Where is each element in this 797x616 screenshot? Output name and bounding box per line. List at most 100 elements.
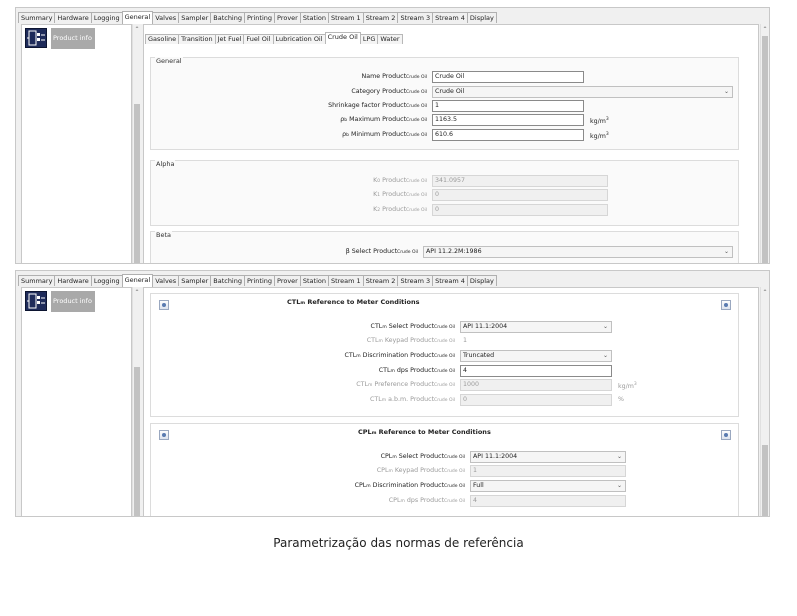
screenshot-general-crude-oil: Summary Hardware Logging General Valves … [15, 7, 770, 264]
beta-group-title: Beta [155, 231, 172, 239]
cpl-select[interactable]: API 11.1:2004 ⌄ [470, 451, 626, 463]
k2-label: K2 ProductCrude Oil [373, 206, 427, 213]
tab-printing[interactable]: Printing [244, 12, 276, 23]
category-select[interactable]: Crude Oil ⌄ [432, 86, 733, 98]
right-scroll-thumb[interactable] [762, 445, 768, 516]
expand-icon[interactable] [721, 300, 731, 310]
cpl-dps-input: 4 [470, 495, 626, 507]
general-group-title: General [155, 57, 183, 65]
scroll-up-arrow-icon[interactable]: ⌃ [761, 27, 769, 33]
name-label: Name ProductCrude Oil [361, 73, 427, 80]
cpl-discrimination-select[interactable]: Full ⌄ [470, 480, 626, 492]
beta-select-row: β Select ProductCrude Oil [151, 246, 418, 258]
scroll-up-arrow-icon[interactable]: ⌃ [761, 290, 769, 296]
collapse-icon[interactable] [159, 300, 169, 310]
tab-stream-3[interactable]: Stream 3 [397, 275, 434, 286]
shrinkage-input[interactable]: 1 [432, 100, 584, 112]
subtab-gasoline[interactable]: Gasoline [145, 34, 180, 44]
ctl-dps-row: CTLm dps ProductCrude Oil [151, 365, 455, 377]
tab-hardware[interactable]: Hardware [54, 12, 92, 23]
tab-display[interactable]: Display [466, 12, 497, 23]
subtab-lpg[interactable]: LPG [359, 34, 379, 44]
tab-station[interactable]: Station [299, 275, 329, 286]
ctl-abm-row: CTLm a.b.m. ProductCrude Oil [151, 394, 455, 406]
tab-prover[interactable]: Prover [274, 12, 301, 23]
cpl-keypad-label: CPLm Keypad ProductCrude Oil [376, 467, 465, 474]
collapse-icon[interactable] [159, 430, 169, 440]
tab-stream-4[interactable]: Stream 4 [432, 12, 468, 23]
ctl-discrimination-select[interactable]: Truncated ⌄ [460, 350, 612, 362]
ctl-abm-unit: % [618, 396, 624, 403]
tab-valves[interactable]: Valves [152, 275, 180, 286]
chevron-down-icon: ⌄ [723, 88, 729, 95]
scroll-up-arrow-icon[interactable]: ⌃ [133, 290, 141, 296]
navigation-tree: Product info [21, 24, 132, 263]
tab-valves[interactable]: Valves [152, 12, 180, 23]
tab-general[interactable]: General [121, 274, 154, 287]
cpl-select-label: CPLm Select ProductCrude Oil [380, 453, 465, 460]
left-scroll-thumb[interactable] [134, 104, 140, 263]
tab-stream-2[interactable]: Stream 2 [362, 12, 399, 23]
k1-row: K1 ProductCrude Oil [151, 189, 427, 201]
tab-batching[interactable]: Batching [210, 275, 245, 286]
subtab-fuel-oil[interactable]: Fuel Oil [243, 34, 274, 44]
tab-station[interactable]: Station [299, 12, 329, 23]
ctl-keypad-input: 1 [460, 335, 612, 347]
cpl-dps-row: CPLm dps ProductCrude Oil [151, 495, 465, 507]
tab-stream-2[interactable]: Stream 2 [362, 275, 399, 286]
tab-summary[interactable]: Summary [18, 12, 56, 23]
tab-logging[interactable]: Logging [90, 12, 123, 23]
tab-stream-4[interactable]: Stream 4 [432, 275, 468, 286]
category-label: Category ProductCrude Oil [351, 88, 427, 95]
subtab-jet-fuel[interactable]: Jet Fuel [214, 34, 245, 44]
alpha-group: Alpha K0 ProductCrude Oil 341.0957 K1 Pr… [150, 160, 739, 226]
k2-row: K2 ProductCrude Oil [151, 204, 427, 216]
tab-stream-1[interactable]: Stream 1 [327, 12, 364, 23]
tab-stream-1[interactable]: Stream 1 [327, 275, 364, 286]
tab-prover[interactable]: Prover [274, 275, 301, 286]
flow-meter-icon[interactable] [25, 28, 47, 48]
tab-printing[interactable]: Printing [244, 275, 276, 286]
ctl-preference-label: CTLm Preference ProductCrude Oil [356, 381, 455, 388]
rho-max-input[interactable]: 1163.5 [432, 114, 584, 126]
rho-min-input[interactable]: 610.6 [432, 129, 584, 141]
tab-sampler[interactable]: Sampler [178, 275, 212, 286]
flow-meter-icon[interactable] [25, 291, 47, 311]
subtab-lubrication-oil[interactable]: Lubrication Oil [272, 34, 326, 44]
expand-icon[interactable] [721, 430, 731, 440]
name-input[interactable]: Crude Oil [432, 71, 584, 83]
cpl-discrimination-row: CPLm Discrimination ProductCrude Oil [151, 480, 465, 492]
tab-hardware[interactable]: Hardware [54, 275, 92, 286]
ctl-select[interactable]: API 11.1:2004 ⌄ [460, 321, 612, 333]
screenshot-ctl-cpl: Summary Hardware Logging General Valves … [15, 270, 770, 517]
tab-sampler[interactable]: Sampler [178, 12, 212, 23]
product-tabbar: Gasoline Transition Jet Fuel Fuel Oil Lu… [145, 32, 403, 44]
right-scroll-thumb[interactable] [762, 36, 768, 263]
subtab-water[interactable]: Water [377, 34, 403, 44]
left-scrollbar[interactable]: ⌃ [132, 24, 141, 263]
beta-group: Beta β Select ProductCrude Oil API 11.2.… [150, 231, 739, 263]
nav-item-product-info[interactable]: Product info [51, 28, 95, 49]
tab-display[interactable]: Display [466, 275, 497, 286]
tab-stream-3[interactable]: Stream 3 [397, 12, 434, 23]
subtab-crude-oil[interactable]: Crude Oil [324, 32, 361, 44]
cpl-discrimination-label: CPLm Discrimination ProductCrude Oil [354, 482, 465, 489]
ctl-dps-input[interactable]: 4 [460, 365, 612, 377]
scroll-up-arrow-icon[interactable]: ⌃ [133, 27, 141, 33]
tab-general[interactable]: General [121, 11, 154, 24]
category-row: Category ProductCrude Oil [151, 86, 427, 98]
nav-item-product-info[interactable]: Product info [51, 291, 95, 312]
shrinkage-row: Shrinkage factor ProductCrude Oil [151, 100, 427, 112]
rho-max-row: ρb Maximum ProductCrude Oil [151, 114, 427, 126]
ctl-dps-label: CTLm dps ProductCrude Oil [378, 367, 455, 374]
subtab-transition[interactable]: Transition [178, 34, 216, 44]
navigation-tree: Product info [21, 287, 132, 516]
tab-batching[interactable]: Batching [210, 12, 245, 23]
beta-select[interactable]: API 11.2.2M:1986 ⌄ [423, 246, 733, 258]
left-scrollbar[interactable]: ⌃ [132, 287, 141, 516]
tab-summary[interactable]: Summary [18, 275, 56, 286]
tab-logging[interactable]: Logging [90, 275, 123, 286]
left-scroll-thumb[interactable] [134, 367, 140, 516]
right-scrollbar[interactable]: ⌃ [760, 24, 769, 263]
right-scrollbar[interactable]: ⌃ [760, 287, 769, 516]
